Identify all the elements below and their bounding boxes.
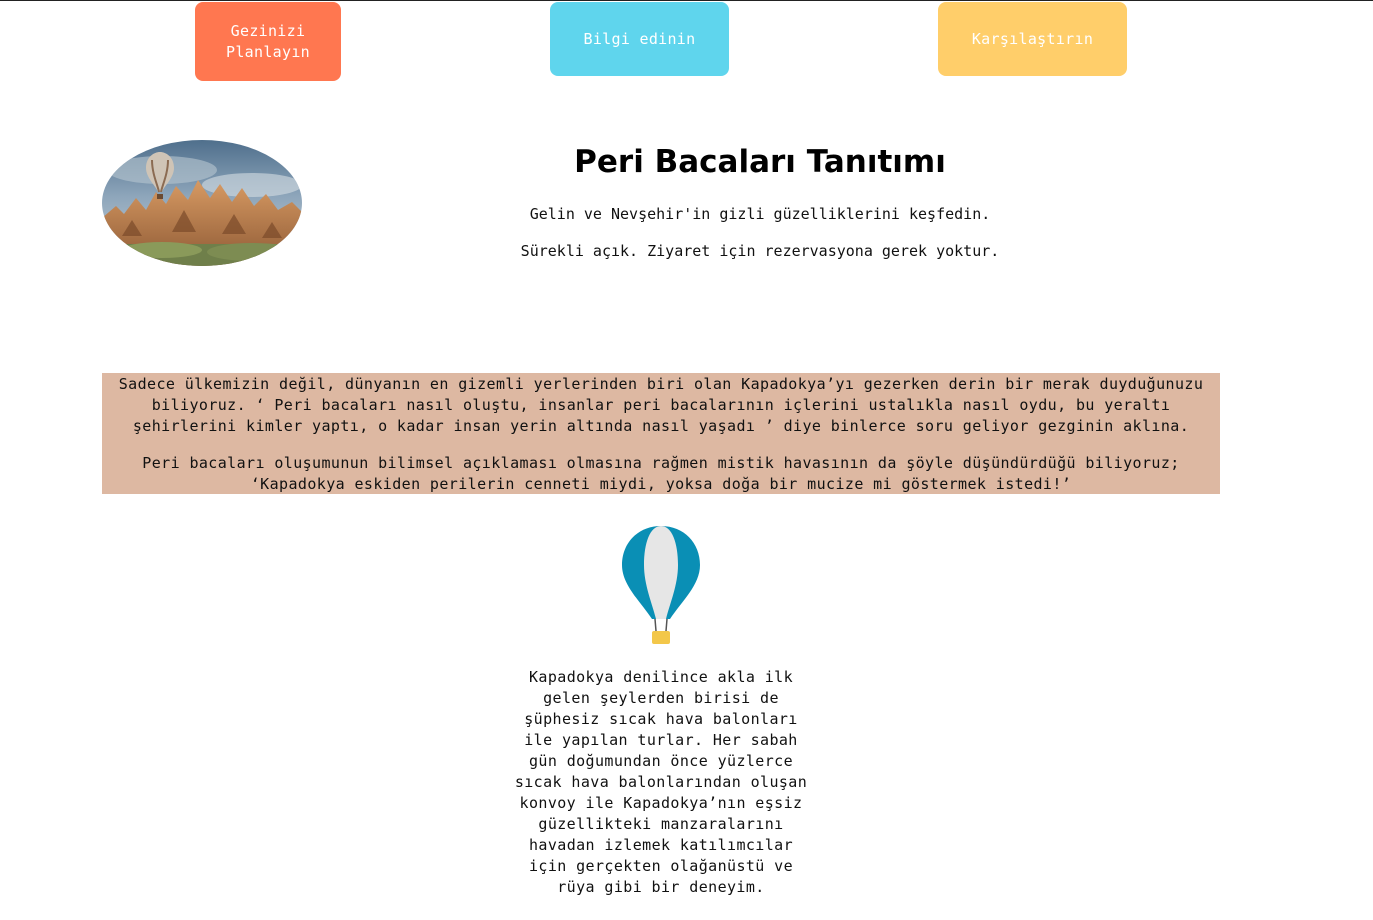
balloon-text-line: güzellikteki manzaralarını (538, 815, 784, 833)
story-line: Sadece ülkemizin değil, dünyanın en gize… (118, 375, 1204, 393)
balloon-text-line: Kapadokya denilince akla ilk (528, 668, 794, 686)
hot-air-balloon-icon (618, 523, 704, 649)
balloon-text-line: ile yapılan turlar. Her sabah (524, 731, 798, 749)
story-line: biliyoruz. ‘ Peri bacaları nasıl oluştu,… (151, 396, 1171, 414)
get-info-button[interactable]: Bilgi edinin (550, 2, 729, 76)
balloon-text-line: konvoy ile Kapadokya’nın eşsiz (519, 794, 803, 812)
story-paragraph-2: Peri bacaları oluşumunun bilimsel açıkla… (102, 453, 1220, 495)
compare-button[interactable]: Karşılaştırın (938, 2, 1127, 76)
story-line: ‘Kapadokya eskiden perilerin cenneti miy… (250, 475, 1072, 493)
balloon-tours-description: Kapadokya denilince akla ilk gelen şeyle… (505, 667, 817, 898)
balloon-text-line: için gerçekten olağanüstü ve (528, 857, 794, 875)
balloon-text-line: rüya gibi bir deneyim. (557, 878, 765, 896)
cappadocia-hero-image (102, 140, 302, 266)
balloon-text-line: gelen şeylerden birisi de (543, 689, 779, 707)
opening-hours-note: Sürekli açık. Ziyaret için rezervasyona … (520, 242, 1000, 260)
balloon-text-line: şüphesiz sıcak hava balonları (524, 710, 798, 728)
story-paragraph-1: Sadece ülkemizin değil, dünyanın en gize… (102, 374, 1220, 437)
page-title: Peri Bacaları Tanıtımı (574, 144, 946, 180)
plan-trip-label-line1: Gezinizi (230, 21, 306, 40)
plan-trip-button-label: Gezinizi Planlayın (226, 21, 310, 63)
balloon-text-line: havadan izlemek katılımcılar (528, 836, 794, 854)
story-line: şehirlerini kimler yaptı, o kadar insan … (132, 417, 1190, 435)
plan-trip-button[interactable]: Gezinizi Planlayın (195, 2, 341, 81)
balloon-text-line: gün doğumundan önce yüzlerce (528, 752, 794, 770)
story-line: Peri bacaları oluşumunun bilimsel açıkla… (142, 454, 1180, 472)
get-info-button-label: Bilgi edinin (583, 29, 696, 48)
balloon-text-line: sıcak hava balonlarından oluşan (514, 773, 808, 791)
story-panel: Sadece ülkemizin değil, dünyanın en gize… (102, 373, 1220, 494)
compare-button-label: Karşılaştırın (971, 29, 1094, 48)
plan-trip-label-line2: Planlayın (226, 42, 310, 61)
page-subtitle: Gelin ve Nevşehir'in gizli güzelliklerin… (529, 205, 991, 223)
